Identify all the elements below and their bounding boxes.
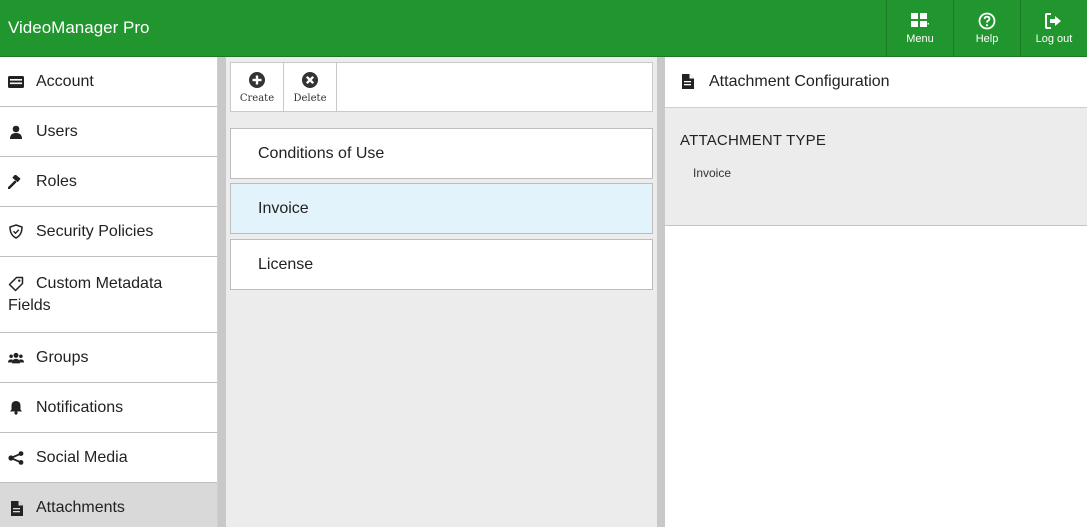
sidebar-item-account[interactable]: Account xyxy=(0,57,217,107)
sidebar-item-users[interactable]: Users xyxy=(0,107,217,157)
gavel-icon xyxy=(8,174,24,190)
logout-arrow-icon xyxy=(1045,12,1063,30)
tag-icon xyxy=(8,276,24,292)
sidebar-item-label: Users xyxy=(36,122,78,140)
sidebar-item-groups[interactable]: Groups xyxy=(0,333,217,383)
list-item-label: License xyxy=(258,255,314,273)
sidebar-item-label: Account xyxy=(36,72,94,90)
help-circle-icon xyxy=(978,12,996,30)
logout-label: Log out xyxy=(1035,33,1073,45)
sidebar-item-custom-metadata-fields[interactable]: Custom Metadata Fields xyxy=(0,257,217,333)
app-title: VideoManager Pro xyxy=(8,18,150,37)
list-item-invoice[interactable]: Invoice xyxy=(230,183,653,234)
create-button[interactable]: Create xyxy=(231,63,284,111)
detail-title: Attachment Configuration xyxy=(709,73,890,90)
sidebar: Account Users Roles Security Policies Cu… xyxy=(0,57,218,527)
list-item-conditions-of-use[interactable]: Conditions of Use xyxy=(230,128,653,179)
x-circle-icon xyxy=(301,71,319,89)
panel-divider[interactable] xyxy=(657,57,665,527)
create-label: Create xyxy=(239,92,275,104)
delete-button[interactable]: Delete xyxy=(284,63,337,111)
panel-divider[interactable] xyxy=(218,57,226,527)
menu-button[interactable]: Menu xyxy=(886,0,953,57)
list-item-label: Conditions of Use xyxy=(258,144,385,162)
top-bar: VideoManager Pro Menu Help Log out xyxy=(0,0,1087,57)
sidebar-item-label: Custom Metadata xyxy=(36,274,163,292)
sidebar-item-notifications[interactable]: Notifications xyxy=(0,383,217,433)
sidebar-item-label: Groups xyxy=(36,348,89,366)
document-icon xyxy=(8,500,24,516)
shield-icon xyxy=(8,224,24,240)
list-item-label: Invoice xyxy=(258,199,309,217)
help-label: Help xyxy=(975,33,999,45)
sidebar-item-social-media[interactable]: Social Media xyxy=(0,433,217,483)
plus-circle-icon xyxy=(248,71,266,89)
sidebar-item-label-line2: Fields xyxy=(8,296,51,314)
account-card-icon xyxy=(8,74,24,90)
document-icon xyxy=(681,74,695,90)
attachment-detail-panel: Attachment Configuration ATTACHMENT TYPE… xyxy=(665,57,1087,527)
top-actions: Menu Help Log out xyxy=(886,0,1087,57)
sidebar-item-label: Security Policies xyxy=(36,222,154,240)
bell-icon xyxy=(8,400,24,416)
sidebar-item-security-policies[interactable]: Security Policies xyxy=(0,207,217,257)
sidebar-item-label: Attachments xyxy=(36,499,125,516)
menu-label: Menu xyxy=(906,33,934,45)
sidebar-item-label: Roles xyxy=(36,172,77,190)
attachment-list-panel: Create Delete Conditions of Use Invoice … xyxy=(226,57,657,527)
detail-header: Attachment Configuration xyxy=(665,57,1087,108)
grid-menu-icon xyxy=(911,12,929,30)
toolbar: Create Delete xyxy=(230,62,653,112)
list-item-license[interactable]: License xyxy=(230,239,653,290)
sidebar-item-attachments[interactable]: Attachments xyxy=(0,483,217,527)
help-button[interactable]: Help xyxy=(953,0,1020,57)
sidebar-item-roles[interactable]: Roles xyxy=(0,157,217,207)
attachment-type-label: ATTACHMENT TYPE xyxy=(680,132,827,149)
share-icon xyxy=(8,450,24,466)
sidebar-item-label: Notifications xyxy=(36,398,124,416)
logout-button[interactable]: Log out xyxy=(1020,0,1087,57)
group-icon xyxy=(8,350,24,366)
user-icon xyxy=(8,124,24,140)
sidebar-item-label: Social Media xyxy=(36,448,128,466)
attachment-config-section: ATTACHMENT TYPE Invoice xyxy=(665,108,1087,226)
delete-label: Delete xyxy=(293,92,327,104)
attachment-type-value: Invoice xyxy=(693,166,732,180)
